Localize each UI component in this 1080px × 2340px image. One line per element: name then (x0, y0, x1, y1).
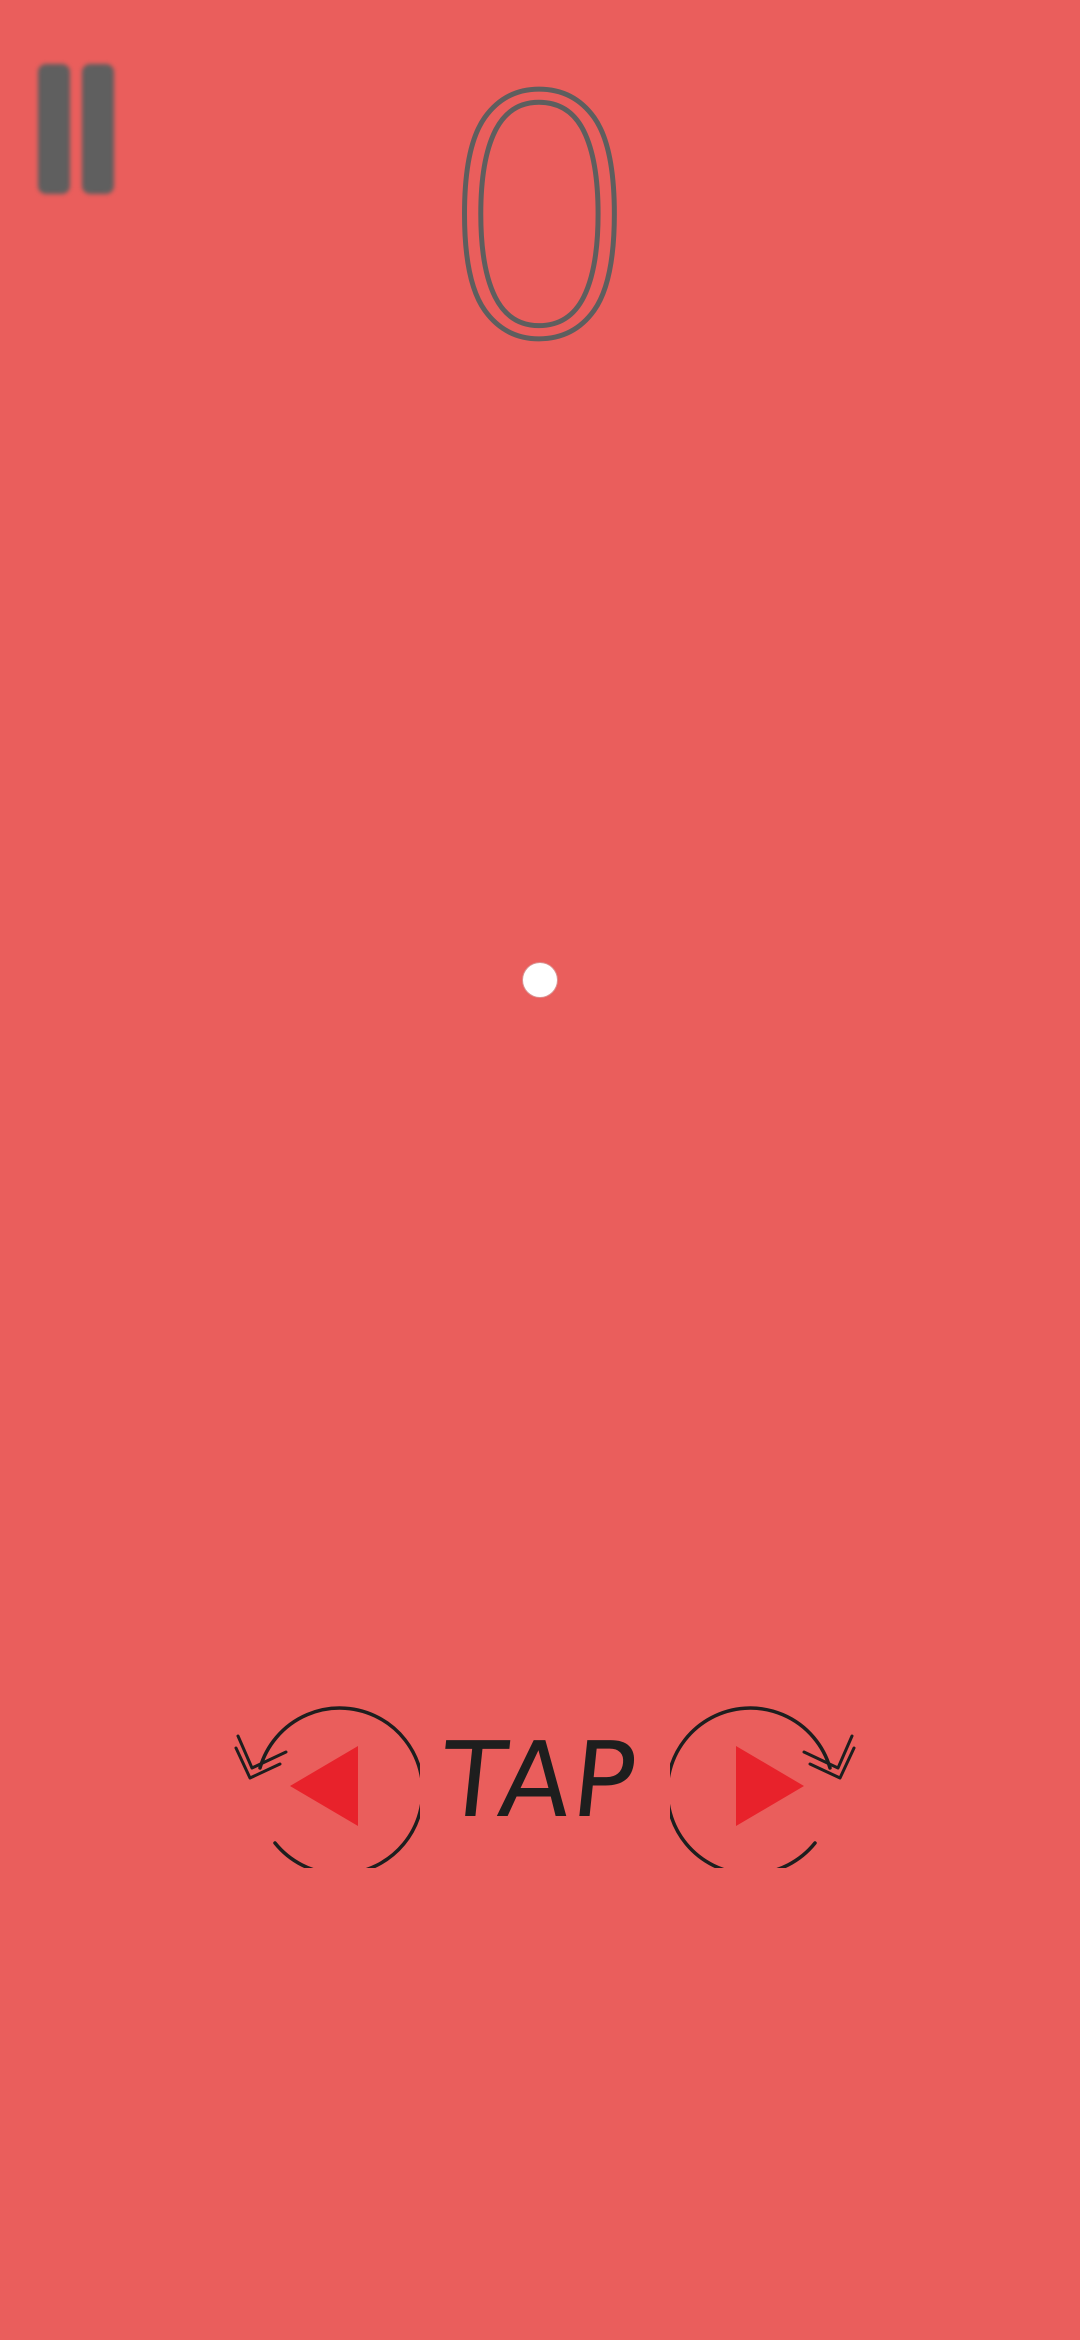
game-screen[interactable]: 0 TAP (0, 0, 1080, 2340)
tap-hint-label: TAP (435, 1719, 645, 1841)
right-triangle-icon (736, 1746, 804, 1826)
rotate-left-button[interactable] (230, 1688, 425, 1876)
rotate-right-button[interactable] (665, 1688, 860, 1876)
score-counter: 0 (433, 28, 648, 412)
rotate-left-arrow-icon (234, 1706, 425, 1876)
tap-controls-hint: TAP (0, 1680, 1080, 1880)
left-triangle-icon (290, 1746, 358, 1826)
ball (523, 963, 557, 997)
rotate-right-arrow-icon (665, 1706, 856, 1876)
